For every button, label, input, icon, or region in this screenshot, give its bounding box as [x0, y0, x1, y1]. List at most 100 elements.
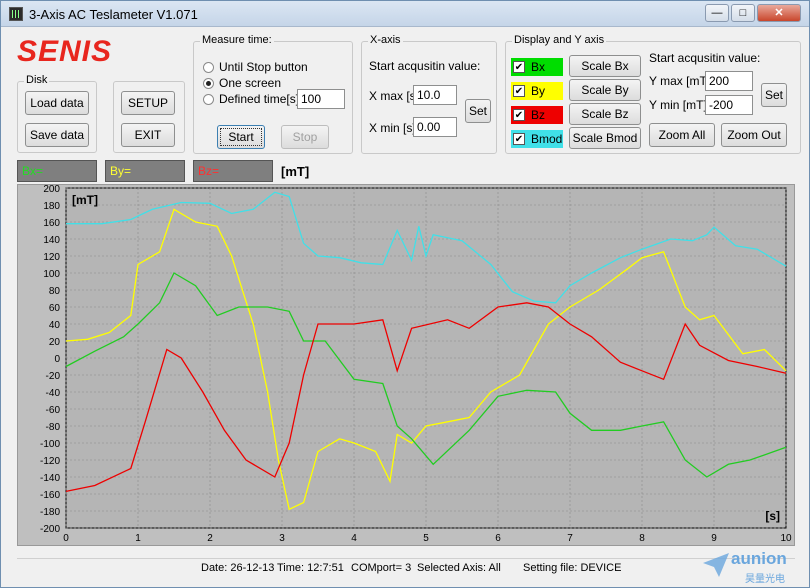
minimize-button[interactable]: —: [705, 4, 729, 22]
y-tick-label: -200: [40, 524, 60, 535]
y-tick-label: 160: [43, 218, 60, 229]
setup-button[interactable]: SETUP: [121, 91, 175, 115]
app-icon: [9, 7, 23, 21]
y-tick-label: -40: [46, 388, 61, 399]
channel-bx-checkbox[interactable]: ✔ Bx: [511, 58, 563, 76]
until-stop-label: Until Stop button: [219, 60, 308, 74]
xmin-input[interactable]: 0.00: [413, 117, 457, 137]
exit-button[interactable]: EXIT: [121, 123, 175, 147]
stop-button[interactable]: Stop: [281, 125, 329, 149]
y-tick-label: 60: [49, 303, 61, 314]
save-data-button[interactable]: Save data: [25, 123, 89, 147]
x-axis-label: X-axis: [368, 34, 403, 46]
maximize-button[interactable]: □: [731, 4, 755, 22]
field-chart: 200180160140120100806040200-20-40-60-80-…: [40, 184, 792, 544]
x-tick-label: 0: [63, 533, 69, 544]
channel-label: By: [531, 84, 546, 98]
xmax-input[interactable]: 10.0: [413, 85, 457, 105]
status-time: Time: 12:7:51: [277, 562, 344, 574]
x-tick-label: 7: [567, 533, 573, 544]
display-y-label: Display and Y axis: [512, 34, 607, 46]
radio-until-stop[interactable]: [203, 62, 214, 73]
y-tick-label: -180: [40, 507, 60, 518]
y-tick-label: 0: [54, 354, 60, 365]
channel-by-checkbox[interactable]: ✔ By: [511, 82, 563, 100]
x-tick-label: 6: [495, 533, 501, 544]
disk-group-label: Disk: [24, 74, 50, 86]
ymin-input[interactable]: -200: [705, 95, 753, 115]
xmax-label: X max [s]: [369, 89, 420, 103]
y-tick-label: 180: [43, 201, 60, 212]
y-tick-label: -120: [40, 456, 60, 467]
checkmark-icon: ✔: [513, 85, 525, 97]
radio-defined-time[interactable]: [203, 94, 214, 105]
status-port: COMport= 3: [351, 562, 412, 574]
defined-time-label: Defined time[s]:: [219, 92, 303, 106]
ymax-input[interactable]: 200: [705, 71, 753, 91]
y-tick-label: 20: [49, 337, 61, 348]
y-tick-label: 40: [49, 320, 61, 331]
x-start-acq-label: Start acqusitin value:: [369, 59, 481, 73]
y-tick-label: -140: [40, 473, 60, 484]
x-tick-label: 1: [135, 533, 141, 544]
x-tick-label: 5: [423, 533, 429, 544]
measure-time-label: Measure time:: [200, 34, 274, 46]
scale-bz-button[interactable]: Scale Bz: [569, 103, 641, 125]
status-date: Date: 26-12-13: [201, 562, 275, 574]
ymin-label: Y min [mT]: [649, 98, 707, 112]
bx-readout: Bx=: [17, 160, 97, 182]
zoom-out-button[interactable]: Zoom Out: [721, 123, 787, 147]
xmin-label: X min [s]: [369, 121, 416, 135]
x-axis-label: [s]: [765, 509, 780, 523]
aunion-watermark: aunion 昊量光电: [701, 549, 805, 585]
status-bar: Date: 26-12-13 Time: 12:7:51 COMport= 3 …: [17, 558, 795, 578]
window-title: 3-Axis AC Teslameter V1.071: [29, 7, 198, 22]
y-tick-label: 140: [43, 235, 60, 246]
watermark-sub: 昊量光电: [745, 574, 785, 585]
y-tick-label: -20: [46, 371, 61, 382]
channel-label: Bz: [531, 108, 546, 122]
y-tick-label: -80: [46, 422, 61, 433]
checkmark-icon: ✔: [513, 109, 525, 121]
y-set-button[interactable]: Set: [761, 83, 787, 107]
close-button[interactable]: ✕: [757, 4, 801, 22]
x-tick-label: 8: [639, 533, 645, 544]
channel-label: Bmod: [531, 132, 563, 146]
bz-readout: Bz=: [193, 160, 273, 182]
plot-frame: 200 180 160 140 120 100 80 60 40 20 0 -20 -40 -60 -80-…: [17, 184, 795, 546]
scale-bmod-button[interactable]: Scale Bmod: [569, 127, 641, 149]
readout-unit: [mT]: [281, 164, 310, 179]
status-file: Setting file: DEVICE: [523, 562, 622, 574]
one-screen-label: One screen: [219, 76, 282, 90]
channel-label: Bx: [531, 60, 546, 74]
paper-plane-icon: [703, 553, 729, 577]
y-tick-label: 100: [43, 269, 60, 280]
scale-by-button[interactable]: Scale By: [569, 79, 641, 101]
x-tick-label: 4: [351, 533, 357, 544]
start-button[interactable]: Start: [217, 125, 265, 149]
y-tick-label: -100: [40, 439, 60, 450]
y-tick-label: -60: [46, 405, 61, 416]
zoom-all-button[interactable]: Zoom All: [649, 123, 715, 147]
app-window: 3-Axis AC Teslameter V1.071 — □ ✕ SENIS …: [0, 0, 810, 588]
senis-logo: SENIS: [17, 35, 113, 68]
scale-bx-button[interactable]: Scale Bx: [569, 55, 641, 77]
x-tick-label: 2: [207, 533, 213, 544]
y-tick-label: 120: [43, 252, 60, 263]
x-set-button[interactable]: Set: [465, 99, 491, 123]
x-tick-label: 9: [711, 533, 717, 544]
checkmark-icon: ✔: [513, 61, 525, 73]
title-bar: 3-Axis AC Teslameter V1.071 — □ ✕: [1, 1, 809, 27]
y-tick-label: -160: [40, 490, 60, 501]
y-tick-label: 80: [49, 286, 61, 297]
defined-time-input[interactable]: 100: [297, 89, 345, 109]
y-start-acq-label: Start acqusitin value:: [649, 51, 761, 65]
radio-one-screen[interactable]: [203, 78, 214, 89]
load-data-button[interactable]: Load data: [25, 91, 89, 115]
watermark-brand: aunion: [731, 549, 787, 568]
by-readout: By=: [105, 160, 185, 182]
y-axis-label: [mT]: [72, 193, 98, 207]
status-axis: Selected Axis: All: [417, 562, 501, 574]
channel-bz-checkbox[interactable]: ✔ Bz: [511, 106, 563, 124]
channel-bmod-checkbox[interactable]: ✔ Bmod: [511, 130, 563, 148]
